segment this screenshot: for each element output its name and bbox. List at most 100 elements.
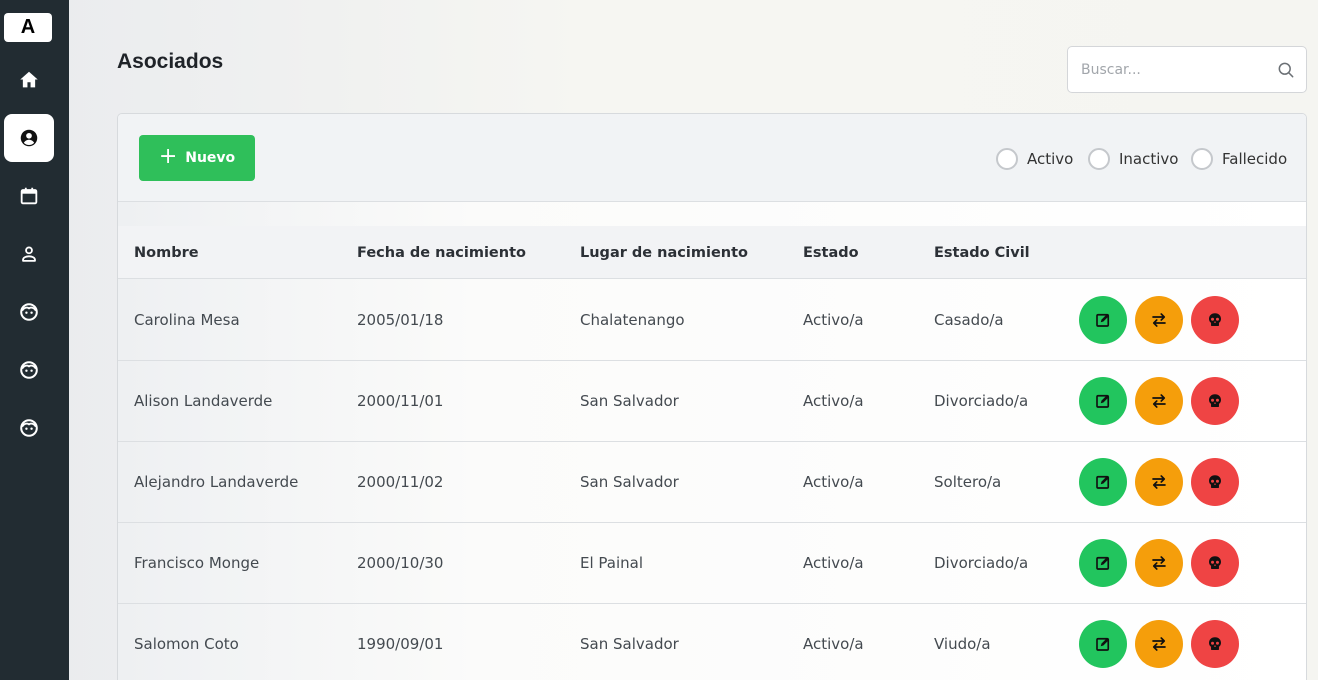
nav-asociados[interactable] — [4, 114, 54, 162]
edit-icon — [1096, 556, 1110, 570]
column-header-nombre[interactable]: Nombre — [134, 226, 199, 279]
cell-lugar: San Salvador — [580, 635, 679, 653]
filter-fallecido[interactable]: Fallecido — [1191, 147, 1287, 171]
swap-icon — [1152, 394, 1166, 408]
cell-lugar: San Salvador — [580, 473, 679, 491]
page-title: Asociados — [117, 50, 224, 73]
asociados-card: + Nuevo Activo Inactivo Fallecido Nombre… — [117, 113, 1307, 680]
cell-fecha: 2005/01/18 — [357, 311, 444, 329]
swap-icon — [1152, 556, 1166, 570]
app-logo[interactable]: A — [4, 13, 52, 42]
home-icon — [20, 71, 38, 88]
edit-icon — [1096, 637, 1110, 651]
cell-estado: Activo/a — [803, 311, 864, 329]
change-status-button[interactable] — [1135, 458, 1183, 506]
edit-button[interactable] — [1079, 458, 1127, 506]
edit-button[interactable] — [1079, 296, 1127, 344]
cell-nombre: Alison Landaverde — [134, 392, 273, 410]
radio-circle[interactable] — [1191, 148, 1213, 170]
plus-icon: + — [158, 144, 178, 169]
new-button-label: Nuevo — [185, 150, 236, 166]
radio-circle[interactable] — [1088, 148, 1110, 170]
mark-deceased-button[interactable] — [1191, 458, 1239, 506]
new-button[interactable]: + Nuevo — [139, 135, 255, 181]
change-status-button[interactable] — [1135, 377, 1183, 425]
table-row: Francisco Monge 2000/10/30 El Painal Activo… — [118, 523, 1306, 604]
mark-deceased-button[interactable] — [1191, 620, 1239, 668]
nav-face-3[interactable] — [4, 404, 54, 452]
skull-icon — [1209, 475, 1221, 488]
filter-activo-label: Activo — [1027, 150, 1074, 168]
column-header-lugar[interactable]: Lugar de nacimiento — [580, 226, 748, 279]
search-input[interactable] — [1068, 47, 1268, 92]
filter-inactivo-label: Inactivo — [1119, 150, 1179, 168]
cell-estado: Activo/a — [803, 473, 864, 491]
cell-fecha: 2000/11/01 — [357, 392, 444, 410]
filter-fallecido-label: Fallecido — [1222, 150, 1288, 168]
nav-calendar[interactable] — [4, 172, 54, 220]
face-icon — [20, 303, 38, 321]
cell-estado-civil: Divorciado/a — [934, 554, 1029, 572]
change-status-button[interactable] — [1135, 620, 1183, 668]
cell-estado: Activo/a — [803, 392, 864, 410]
cell-estado-civil: Viudo/a — [934, 635, 991, 653]
user-icon — [22, 246, 36, 262]
cell-estado: Activo/a — [803, 554, 864, 572]
cell-estado-civil: Soltero/a — [934, 473, 1002, 491]
filter-activo[interactable]: Activo — [996, 147, 1073, 171]
mark-deceased-button[interactable] — [1191, 539, 1239, 587]
column-header-fecha[interactable]: Fecha de nacimiento — [357, 226, 526, 279]
radio-circle[interactable] — [996, 148, 1018, 170]
change-status-button[interactable] — [1135, 296, 1183, 344]
swap-icon — [1152, 637, 1166, 651]
nav-home[interactable] — [4, 56, 54, 104]
table-row: Carolina Mesa 2005/01/18 Chalatenango Activ… — [118, 280, 1306, 361]
cell-fecha: 2000/10/30 — [357, 554, 444, 572]
cell-nombre: Salomon Coto — [134, 635, 239, 653]
nav-user[interactable] — [4, 230, 54, 278]
skull-icon — [1209, 556, 1221, 569]
table-row: Alejandro Landaverde 2000/11/02 San Salvad… — [118, 442, 1306, 523]
search-box — [1067, 46, 1307, 93]
cell-nombre: Francisco Monge — [134, 554, 260, 572]
nav-face-2[interactable] — [4, 346, 54, 394]
cell-fecha: 1990/09/01 — [357, 635, 444, 653]
table-header: Nombre Fecha de nacimiento Lugar de naci… — [118, 226, 1306, 279]
cell-lugar: San Salvador — [580, 392, 679, 410]
table-row: Alison Landaverde 2000/11/01 San Salvador A… — [118, 361, 1306, 442]
change-status-button[interactable] — [1135, 539, 1183, 587]
swap-icon — [1152, 475, 1166, 489]
edit-icon — [1096, 313, 1110, 327]
edit-button[interactable] — [1079, 539, 1127, 587]
cell-estado-civil: Divorciado/a — [934, 392, 1029, 410]
calendar-icon — [20, 187, 38, 205]
cell-lugar: Chalatenango — [580, 311, 685, 329]
column-header-estado-civil[interactable]: Estado Civil — [934, 226, 1030, 279]
edit-icon — [1096, 475, 1110, 489]
edit-icon — [1096, 394, 1110, 408]
sidebar: A — [0, 0, 69, 680]
edit-button[interactable] — [1079, 377, 1127, 425]
table-row: Salomon Coto 1990/09/01 San Salvador Activo… — [118, 604, 1306, 680]
face-icon — [20, 419, 38, 437]
skull-icon — [1209, 637, 1221, 650]
cell-nombre: Carolina Mesa — [134, 311, 240, 329]
cell-estado-civil: Casado/a — [934, 311, 1004, 329]
skull-icon — [1209, 394, 1221, 407]
column-header-estado[interactable]: Estado — [803, 226, 859, 279]
skull-icon — [1209, 313, 1221, 326]
cell-fecha: 2000/11/02 — [357, 473, 444, 491]
toolbar: + Nuevo Activo Inactivo Fallecido — [118, 114, 1306, 202]
mark-deceased-button[interactable] — [1191, 296, 1239, 344]
face-icon — [20, 361, 38, 379]
user-circle-icon — [20, 129, 38, 147]
edit-button[interactable] — [1079, 620, 1127, 668]
nav-face-1[interactable] — [4, 288, 54, 336]
mark-deceased-button[interactable] — [1191, 377, 1239, 425]
swap-icon — [1152, 313, 1166, 327]
filter-inactivo[interactable]: Inactivo — [1088, 147, 1178, 171]
search-icon[interactable] — [1276, 60, 1296, 80]
cell-nombre: Alejandro Landaverde — [134, 473, 299, 491]
cell-lugar: El Painal — [580, 554, 644, 572]
cell-estado: Activo/a — [803, 635, 864, 653]
